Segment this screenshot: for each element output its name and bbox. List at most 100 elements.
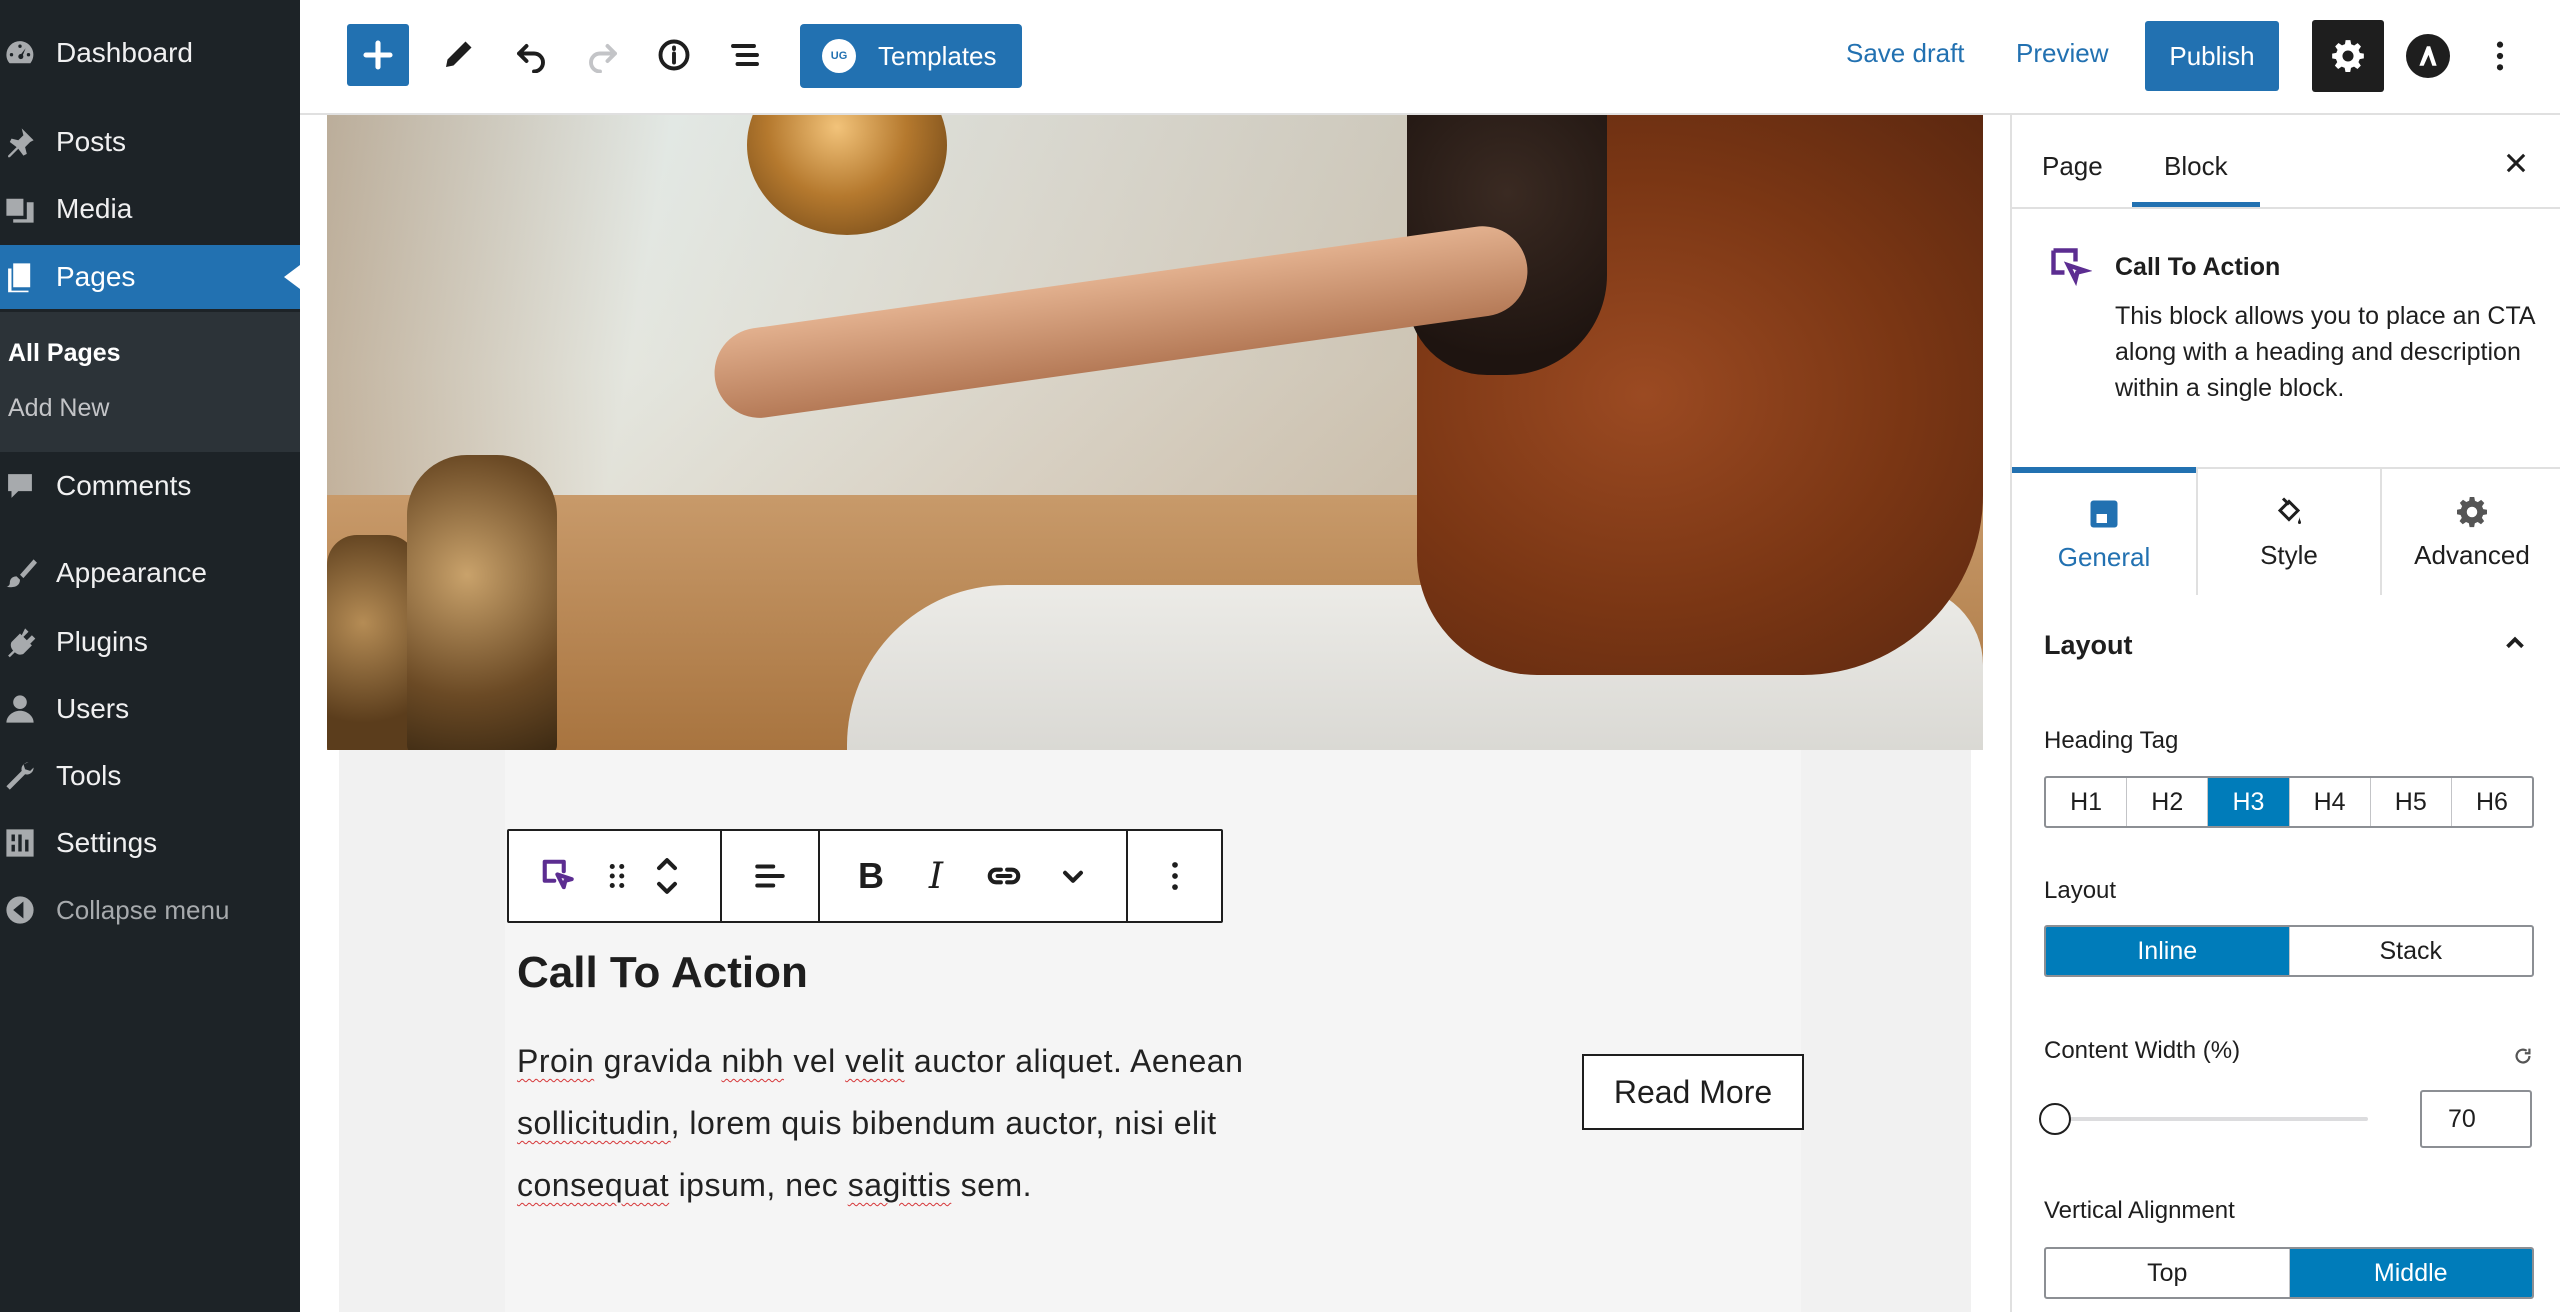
text-word: Proin — [517, 1043, 595, 1079]
menu-label: Comments — [56, 470, 192, 501]
text-run: sem. — [951, 1167, 1033, 1203]
vertical-alignment-selector: Top Middle — [2044, 1247, 2534, 1299]
drag-handle[interactable] — [595, 831, 639, 921]
heading-option-h1[interactable]: H1 — [2046, 778, 2128, 826]
menu-item-tools[interactable]: Tools — [0, 744, 300, 808]
more-formats-button[interactable] — [1039, 831, 1107, 921]
undo-button[interactable] — [500, 24, 562, 86]
text-word: nibh — [721, 1043, 784, 1079]
layout-option-inline[interactable]: Inline — [2046, 927, 2290, 975]
pages-icon — [2, 259, 38, 295]
link-button[interactable] — [969, 831, 1039, 921]
save-draft-button[interactable]: Save draft — [1846, 38, 1965, 69]
reset-icon[interactable] — [2512, 1045, 2534, 1067]
ug-logo-icon: UG — [822, 39, 856, 73]
menu-item-plugins[interactable]: Plugins — [0, 610, 300, 674]
text-run: gravida — [594, 1043, 722, 1079]
collapse-menu-button[interactable]: Collapse menu — [0, 878, 300, 942]
cta-heading[interactable]: Call To Action — [517, 948, 808, 998]
heading-option-h3[interactable]: H3 — [2208, 778, 2290, 826]
submenu-add-new[interactable]: Add New — [8, 394, 109, 423]
astra-logo-icon — [2419, 46, 2437, 66]
align-left-icon — [755, 864, 785, 888]
content-width-slider[interactable] — [2052, 1117, 2368, 1121]
details-button[interactable] — [643, 24, 705, 86]
tab-general[interactable]: General — [2012, 467, 2196, 595]
settings-button[interactable] — [2312, 20, 2384, 92]
menu-label: Dashboard — [56, 37, 193, 68]
image-lantern — [407, 455, 557, 750]
submenu-all-pages[interactable]: All Pages — [8, 339, 121, 368]
bold-button[interactable]: B — [839, 831, 903, 921]
layout-section-title[interactable]: Layout — [2044, 630, 2133, 661]
menu-label: Users — [56, 693, 130, 724]
list-view-icon — [731, 44, 759, 66]
menu-item-appearance[interactable]: Appearance — [0, 541, 300, 605]
menu-label: Pages — [56, 261, 136, 292]
toolbar-divider — [818, 831, 820, 921]
layout-selector: Inline Stack — [2044, 925, 2534, 977]
menu-label: Plugins — [56, 626, 148, 657]
link-icon — [987, 867, 1021, 885]
publish-button[interactable]: Publish — [2145, 21, 2279, 91]
settings-icon — [2, 825, 38, 861]
valign-option-middle[interactable]: Middle — [2289, 1249, 2532, 1297]
divider — [2012, 207, 2560, 209]
tab-block[interactable]: Block — [2164, 151, 2228, 182]
block-card-description: This block allows you to place an CTA al… — [2115, 302, 2535, 402]
drag-icon — [609, 863, 625, 889]
block-card-title: Call To Action — [2115, 253, 2281, 281]
templates-button[interactable]: UG Templates — [800, 24, 1022, 88]
astra-button[interactable] — [2406, 34, 2450, 78]
gear-icon — [2332, 40, 2364, 72]
close-sidebar-button[interactable] — [2502, 149, 2538, 185]
menu-item-settings[interactable]: Settings — [0, 811, 300, 875]
options-menu-button[interactable] — [2480, 28, 2520, 84]
heading-option-h2[interactable]: H2 — [2127, 778, 2209, 826]
tools-button[interactable] — [427, 24, 489, 86]
preview-button[interactable]: Preview — [2016, 38, 2108, 69]
layout-option-stack[interactable]: Stack — [2290, 927, 2533, 975]
menu-item-comments[interactable]: Comments — [0, 454, 300, 518]
move-up-down-buttons[interactable] — [639, 831, 695, 921]
plugin-icon — [2, 624, 38, 660]
heading-tag-selector: H1 H2 H3 H4 H5 H6 — [2044, 776, 2534, 828]
slider-thumb[interactable] — [2039, 1103, 2071, 1135]
heading-option-h6[interactable]: H6 — [2452, 778, 2532, 826]
italic-button[interactable]: I — [904, 831, 968, 921]
block-toolbar: B I — [507, 829, 1223, 923]
menu-item-dashboard[interactable]: Dashboard — [0, 21, 300, 85]
menu-label: Settings — [56, 827, 158, 858]
close-icon — [2506, 153, 2526, 173]
chevron-up-icon[interactable] — [2500, 628, 2530, 658]
menu-item-pages[interactable]: Pages — [0, 245, 300, 309]
content-width-input[interactable]: 70 — [2420, 1090, 2532, 1148]
pages-submenu: All Pages Add New — [0, 312, 300, 452]
block-type-button[interactable] — [523, 831, 595, 921]
heading-option-h5[interactable]: H5 — [2371, 778, 2452, 826]
redo-button[interactable] — [572, 24, 634, 86]
valign-option-top[interactable]: Top — [2046, 1249, 2290, 1297]
list-view-button[interactable] — [714, 24, 776, 86]
heading-option-h4[interactable]: H4 — [2290, 778, 2371, 826]
media-icon — [2, 191, 38, 227]
gear-icon — [2457, 496, 2487, 527]
tab-style[interactable]: Style — [2196, 467, 2380, 595]
hero-image[interactable] — [327, 115, 1983, 750]
block-options-button[interactable] — [1128, 831, 1221, 921]
align-button[interactable] — [722, 831, 818, 921]
layout-label: Layout — [2044, 877, 2117, 904]
add-block-button[interactable] — [347, 24, 409, 86]
read-more-button[interactable]: Read More — [1582, 1054, 1804, 1130]
menu-item-media[interactable]: Media — [0, 177, 300, 241]
menu-label: Posts — [56, 126, 127, 157]
wrench-icon — [2, 758, 38, 794]
pin-icon — [2, 124, 38, 160]
tab-page[interactable]: Page — [2042, 151, 2103, 182]
menu-item-posts[interactable]: Posts — [0, 110, 300, 174]
kebab-icon — [2496, 41, 2504, 71]
user-icon — [2, 691, 38, 727]
tab-advanced[interactable]: Advanced — [2380, 467, 2560, 595]
cta-description[interactable]: Proin gravida nibh vel velit auctor aliq… — [517, 1030, 1317, 1216]
menu-item-users[interactable]: Users — [0, 677, 300, 741]
